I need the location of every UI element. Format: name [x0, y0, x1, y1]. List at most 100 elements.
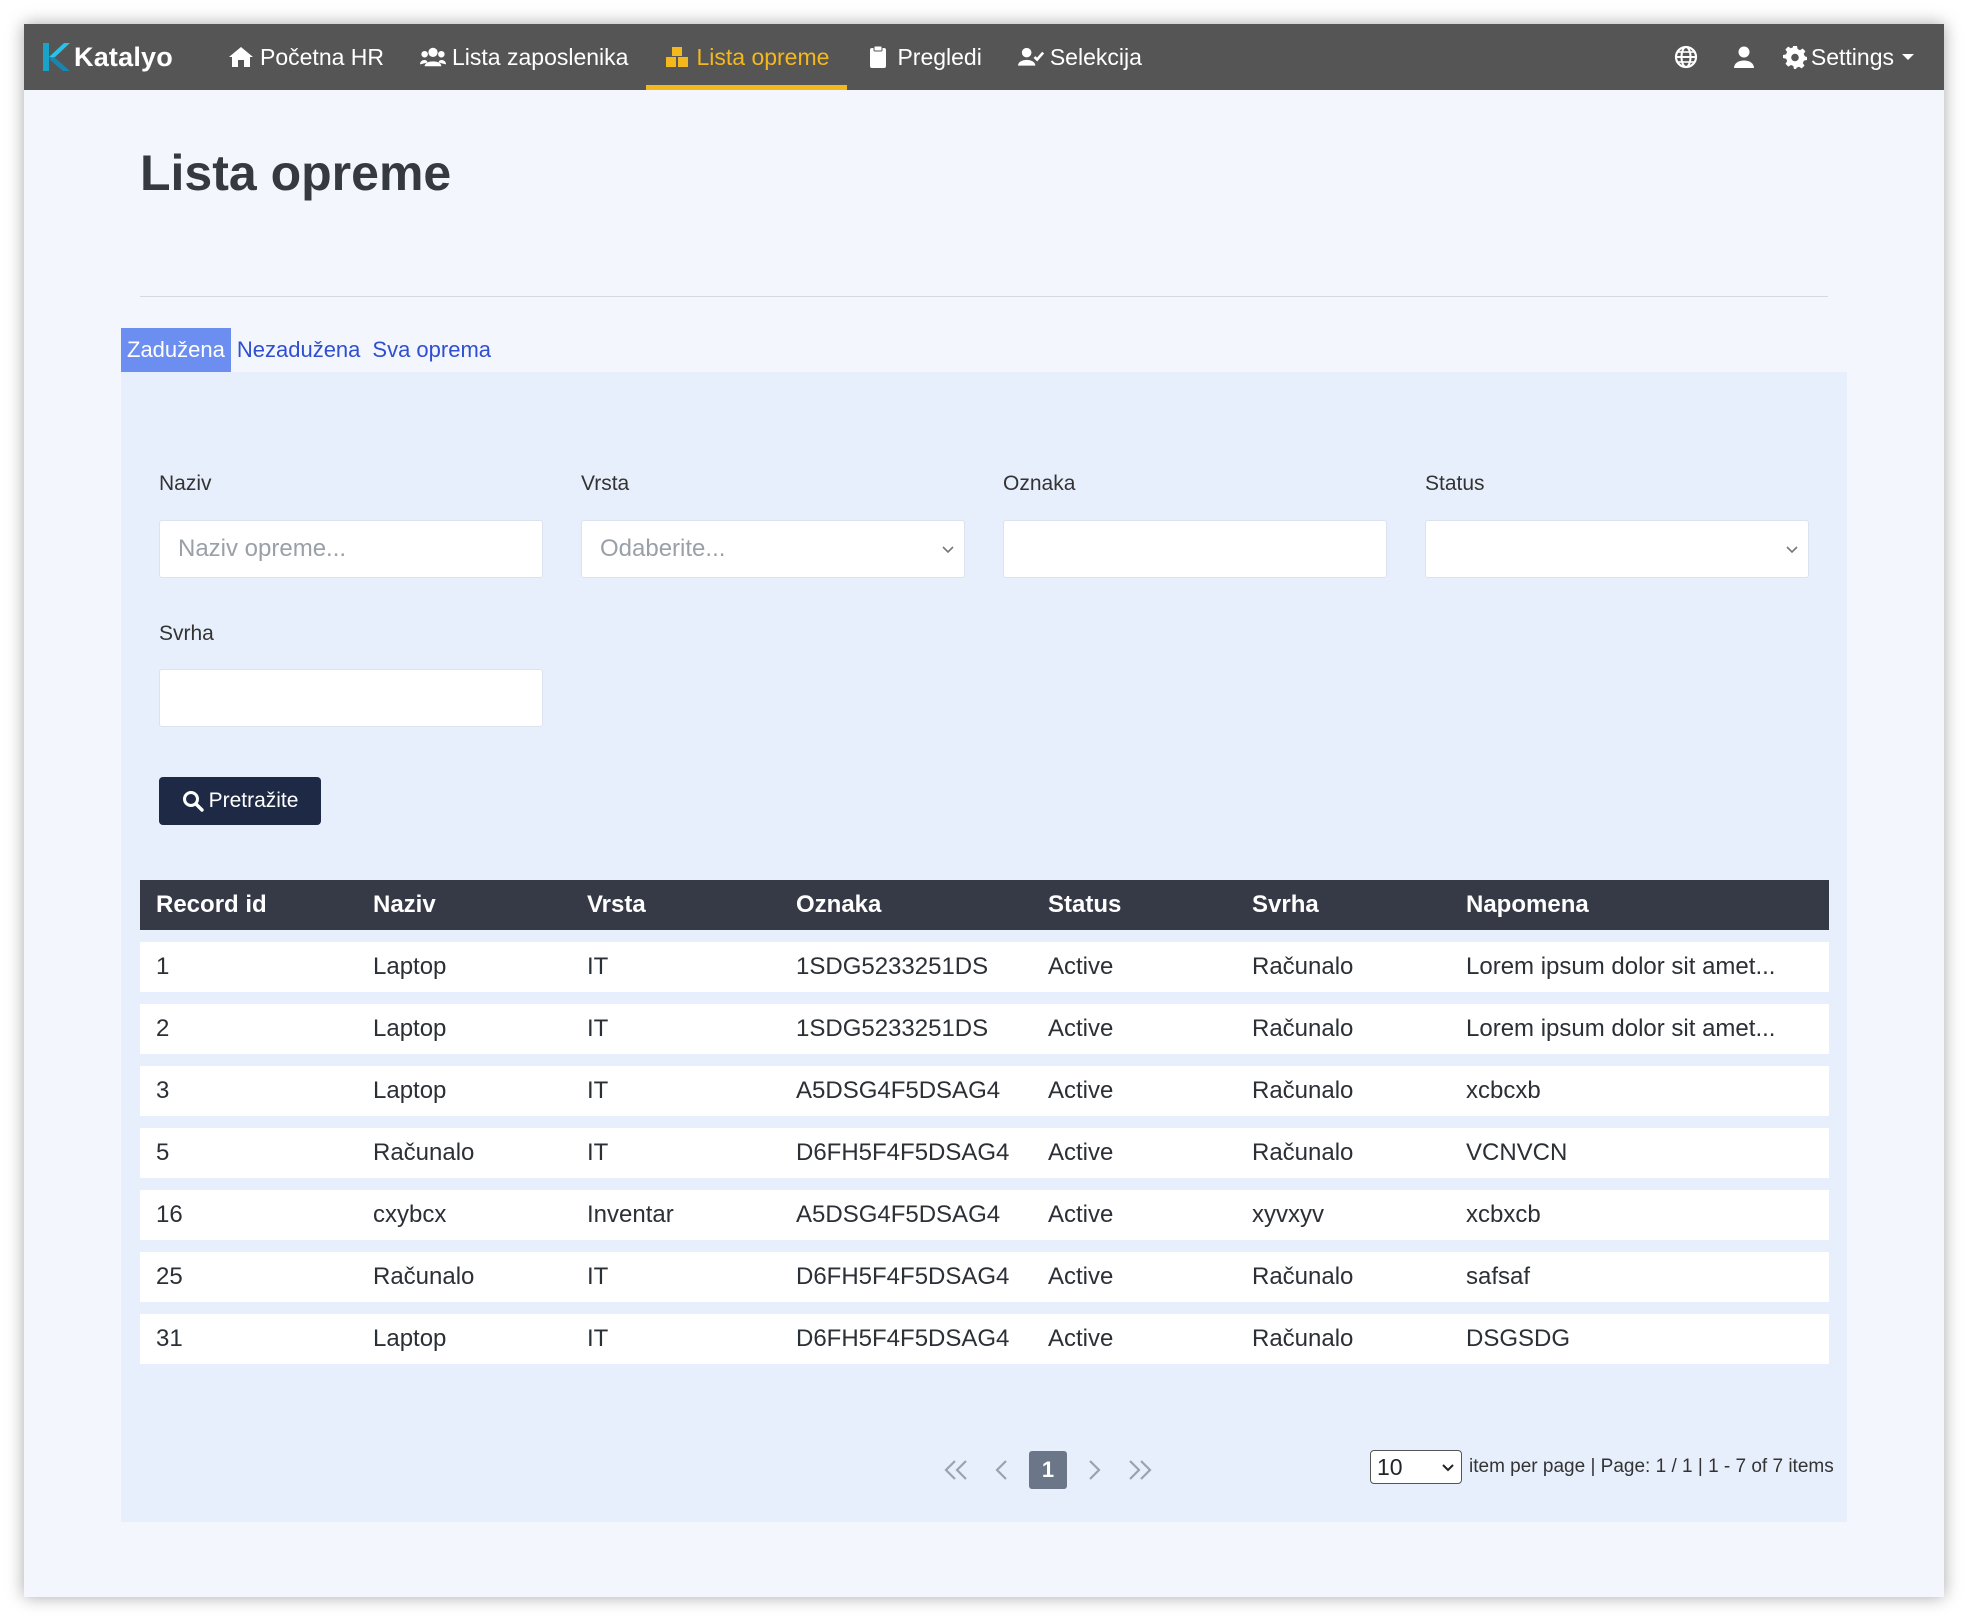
status-label: Status — [1425, 472, 1485, 495]
table-row[interactable]: 25 Računalo IT D6FH5F4F5DSAG4 Active Računalo… — [140, 1252, 1829, 1302]
table-cell: D6FH5F4F5DSAG4 — [796, 1139, 1010, 1166]
top-navbar: Katalyo Početna HR Lista zaposlenika Lis… — [24, 24, 1944, 90]
nav-item-pocetna-hr[interactable]: Početna HR — [210, 24, 402, 90]
filter-panel: Naziv Vrsta Odaberite... Oznaka Status S… — [121, 372, 1847, 1522]
column-header[interactable]: Naziv — [357, 891, 571, 919]
table-row[interactable]: 31 Laptop IT D6FH5F4F5DSAG4 Active Računalo DS… — [140, 1314, 1829, 1364]
double-chevron-left-icon — [944, 1460, 967, 1480]
per-page-select[interactable]: 10 — [1370, 1450, 1462, 1484]
table-cell: Active — [1048, 1325, 1114, 1352]
table-cell: IT — [587, 1077, 609, 1104]
oznaka-input[interactable] — [1003, 520, 1387, 578]
last-page-button[interactable] — [1117, 1450, 1163, 1490]
table-cell: 3 — [156, 1077, 170, 1104]
table-cell: safsaf — [1466, 1263, 1531, 1290]
chevron-down-icon — [1442, 1464, 1454, 1472]
users-icon — [420, 47, 447, 67]
nav-item-pregledi[interactable]: Pregledi — [847, 24, 999, 90]
column-header[interactable]: Status — [1032, 891, 1236, 919]
column-header[interactable]: Svrha — [1236, 891, 1450, 919]
clipboard-icon — [870, 45, 887, 68]
vrsta-label: Vrsta — [581, 472, 630, 495]
nav-right: Settings — [1657, 24, 1914, 90]
vrsta-select[interactable]: Odaberite... — [581, 520, 965, 578]
column-header[interactable]: Napomena — [1450, 891, 1829, 919]
table-row[interactable]: 5 Računalo IT D6FH5F4F5DSAG4 Active Računalo V… — [140, 1128, 1829, 1178]
table-cell: A5DSG4F5DSAG4 — [796, 1201, 1001, 1228]
user-icon — [1733, 46, 1754, 68]
table-cell: Računalo — [1252, 1263, 1354, 1290]
table-cell: Laptop — [373, 1015, 447, 1042]
chevron-left-icon — [995, 1460, 1007, 1480]
per-page-control: 10 item per page | Page: 1 / 1 | 1 - 7 o… — [1370, 1450, 1834, 1484]
search-button-label: Pretražite — [208, 789, 299, 812]
table-row[interactable]: 1 Laptop IT 1SDG5233251DS Active Računalo Lore… — [140, 942, 1829, 992]
table-cell: D6FH5F4F5DSAG4 — [796, 1325, 1010, 1352]
table-cell: D6FH5F4F5DSAG4 — [796, 1263, 1010, 1290]
app-window: Katalyo Početna HR Lista zaposlenika Lis… — [24, 24, 1944, 1597]
table-cell: xyvxyv — [1252, 1201, 1324, 1228]
nav-item-label: Početna HR — [260, 43, 385, 70]
brand-logo[interactable]: Katalyo — [40, 24, 210, 90]
table-cell: xcbxcb — [1466, 1201, 1541, 1228]
naziv-label: Naziv — [159, 472, 212, 495]
main-nav: Početna HR Lista zaposlenika Lista oprem… — [210, 24, 1160, 90]
status-select[interactable] — [1425, 520, 1809, 578]
table-cell: IT — [587, 1139, 609, 1166]
nav-item-lista-opreme[interactable]: Lista opreme — [646, 24, 848, 90]
table-row[interactable]: 2 Laptop IT 1SDG5233251DS Active Računalo Lore… — [140, 1004, 1829, 1054]
nav-item-selekcija[interactable]: Selekcija — [1000, 24, 1160, 90]
table-cell: 1SDG5233251DS — [796, 1015, 989, 1042]
table-cell: xcbcxb — [1466, 1077, 1541, 1104]
table-cell: 1SDG5233251DS — [796, 953, 989, 980]
nav-item-lista-zaposlenika[interactable]: Lista zaposlenika — [402, 24, 646, 90]
tab-zaduzena[interactable]: Zadužena — [121, 328, 231, 372]
svrha-input[interactable] — [159, 669, 543, 727]
chevron-down-icon — [1786, 546, 1798, 554]
table-cell: Active — [1048, 1263, 1114, 1290]
current-page-button[interactable]: 1 — [1029, 1451, 1067, 1489]
boxes-icon — [666, 47, 689, 67]
vrsta-placeholder: Odaberite... — [600, 535, 726, 562]
table-cell: Active — [1048, 953, 1114, 980]
table-cell: VCNVCN — [1466, 1139, 1568, 1166]
table-cell: Active — [1048, 1015, 1114, 1042]
table-cell: Lorem ipsum dolor sit amet... — [1466, 1015, 1776, 1042]
nav-item-label: Pregledi — [897, 43, 982, 70]
tab-nezaduzena[interactable]: Nezadužena — [231, 328, 367, 372]
column-header[interactable]: Vrsta — [571, 891, 780, 919]
tab-sva-oprema[interactable]: Sva oprema — [366, 328, 497, 372]
table-cell: A5DSG4F5DSAG4 — [796, 1077, 1001, 1104]
user-profile-button[interactable] — [1715, 24, 1773, 90]
column-header[interactable]: Oznaka — [780, 891, 1032, 919]
naziv-input[interactable] — [159, 520, 543, 578]
chevron-right-icon — [1089, 1460, 1101, 1480]
pagination-info: item per page | Page: 1 / 1 | 1 - 7 of 7… — [1469, 1456, 1834, 1477]
table-row[interactable]: 16 cxybcx Inventar A5DSG4F5DSAG4 Active xyvxy… — [140, 1190, 1829, 1240]
nav-item-label: Lista zaposlenika — [452, 43, 629, 70]
language-button[interactable] — [1657, 24, 1715, 90]
equipment-tabs: Zadužena Nezadužena Sva oprema — [121, 328, 497, 372]
next-page-button[interactable] — [1071, 1450, 1117, 1490]
double-chevron-right-icon — [1129, 1460, 1152, 1480]
svrha-label: Svrha — [159, 622, 214, 645]
settings-menu[interactable]: Settings — [1782, 43, 1914, 71]
settings-label: Settings — [1810, 43, 1894, 70]
search-icon — [182, 791, 204, 812]
table-cell: 5 — [156, 1139, 170, 1166]
table-cell: Laptop — [373, 1077, 447, 1104]
user-check-icon — [1017, 47, 1044, 66]
table-cell: IT — [587, 1015, 609, 1042]
pagination: 1 — [933, 1450, 1163, 1490]
table-cell: Računalo — [1252, 953, 1354, 980]
gear-icon — [1782, 46, 1807, 69]
table-row[interactable]: 3 Laptop IT A5DSG4F5DSAG4 Active Računalo xcbc… — [140, 1066, 1829, 1116]
search-button[interactable]: Pretražite — [159, 777, 321, 825]
prev-page-button[interactable] — [979, 1450, 1025, 1490]
column-header[interactable]: Record id — [140, 891, 357, 919]
table-cell: Lorem ipsum dolor sit amet... — [1466, 953, 1776, 980]
table-cell: Laptop — [373, 1325, 447, 1352]
table-cell: 2 — [156, 1015, 170, 1042]
first-page-button[interactable] — [933, 1450, 979, 1490]
title-divider — [140, 296, 1828, 297]
